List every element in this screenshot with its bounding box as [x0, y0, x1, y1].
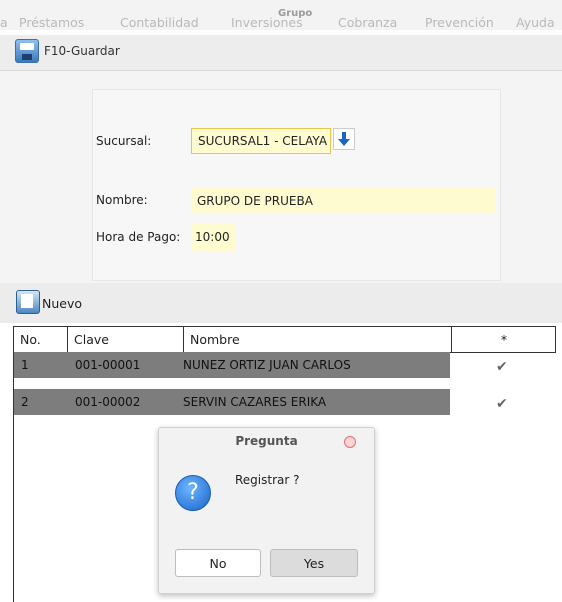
confirm-dialog: Pregunta ? Registrar ? No Yes: [158, 427, 375, 594]
close-icon[interactable]: [344, 436, 356, 448]
hora-pago-label: Hora de Pago:: [96, 230, 181, 244]
question-icon: ?: [175, 475, 211, 511]
table-header: No. Clave Nombre *: [13, 326, 556, 353]
save-icon: [15, 39, 39, 63]
row-clave: 001-00001: [75, 358, 141, 372]
row-no: 1: [21, 358, 29, 372]
menu-item-prevencion[interactable]: Prevención: [425, 15, 494, 30]
new-document-icon[interactable]: [16, 290, 40, 314]
toolbar: F10-Guardar: [0, 35, 562, 71]
sucursal-dropdown-button[interactable]: [333, 128, 355, 150]
header-select[interactable]: *: [452, 327, 556, 352]
dialog-message: Registrar ?: [235, 473, 300, 487]
form-panel: Sucursal: SUCURSAL1 - CELAYA Nombre: GRU…: [92, 89, 501, 281]
check-icon[interactable]: ✔: [496, 359, 508, 375]
header-clave[interactable]: Clave: [68, 327, 184, 352]
table-row[interactable]: 1 001-00001 NUNEZ ORTIZ JUAN CARLOS: [13, 352, 450, 378]
nombre-label: Nombre:: [96, 193, 148, 207]
menu-item-cobranza[interactable]: Cobranza: [338, 15, 397, 30]
nombre-field[interactable]: GRUPO DE PRUEBA: [191, 188, 495, 214]
save-button-label: F10-Guardar: [44, 44, 120, 58]
dialog-title: Pregunta: [235, 434, 298, 448]
row-clave: 001-00002: [75, 395, 141, 409]
save-button[interactable]: F10-Guardar: [15, 39, 120, 63]
form-area: Sucursal: SUCURSAL1 - CELAYA Nombre: GRU…: [0, 71, 562, 283]
nuevo-button[interactable]: Nuevo: [42, 296, 82, 311]
yes-button[interactable]: Yes: [270, 549, 358, 577]
no-button[interactable]: No: [175, 549, 261, 577]
sucursal-field[interactable]: SUCURSAL1 - CELAYA: [191, 128, 331, 154]
menu-item-prestamos[interactable]: Préstamos: [19, 15, 84, 30]
hora-pago-field[interactable]: 10:00: [191, 223, 235, 251]
menu-item-partial[interactable]: a: [0, 15, 8, 30]
menu-item-ayuda[interactable]: Ayuda: [516, 15, 555, 30]
row-no: 2: [21, 395, 29, 409]
menu-bar: Grupo a Préstamos Contabilidad Inversion…: [0, 0, 562, 30]
row-nombre: SERVIN CAZARES ERIKA: [183, 395, 327, 409]
nuevo-toolbar: Nuevo: [0, 283, 562, 323]
header-no[interactable]: No.: [14, 327, 68, 352]
header-nombre[interactable]: Nombre: [184, 327, 452, 352]
menu-item-contabilidad[interactable]: Contabilidad: [120, 15, 199, 30]
menu-item-inversiones[interactable]: Inversiones: [231, 15, 303, 30]
row-nombre: NUNEZ ORTIZ JUAN CARLOS: [183, 358, 351, 372]
table-left-border: [13, 352, 14, 602]
check-icon[interactable]: ✔: [496, 396, 508, 412]
sucursal-label: Sucursal:: [96, 134, 152, 148]
arrow-down-icon: [338, 132, 350, 146]
table-row[interactable]: 2 001-00002 SERVIN CAZARES ERIKA: [13, 389, 450, 415]
